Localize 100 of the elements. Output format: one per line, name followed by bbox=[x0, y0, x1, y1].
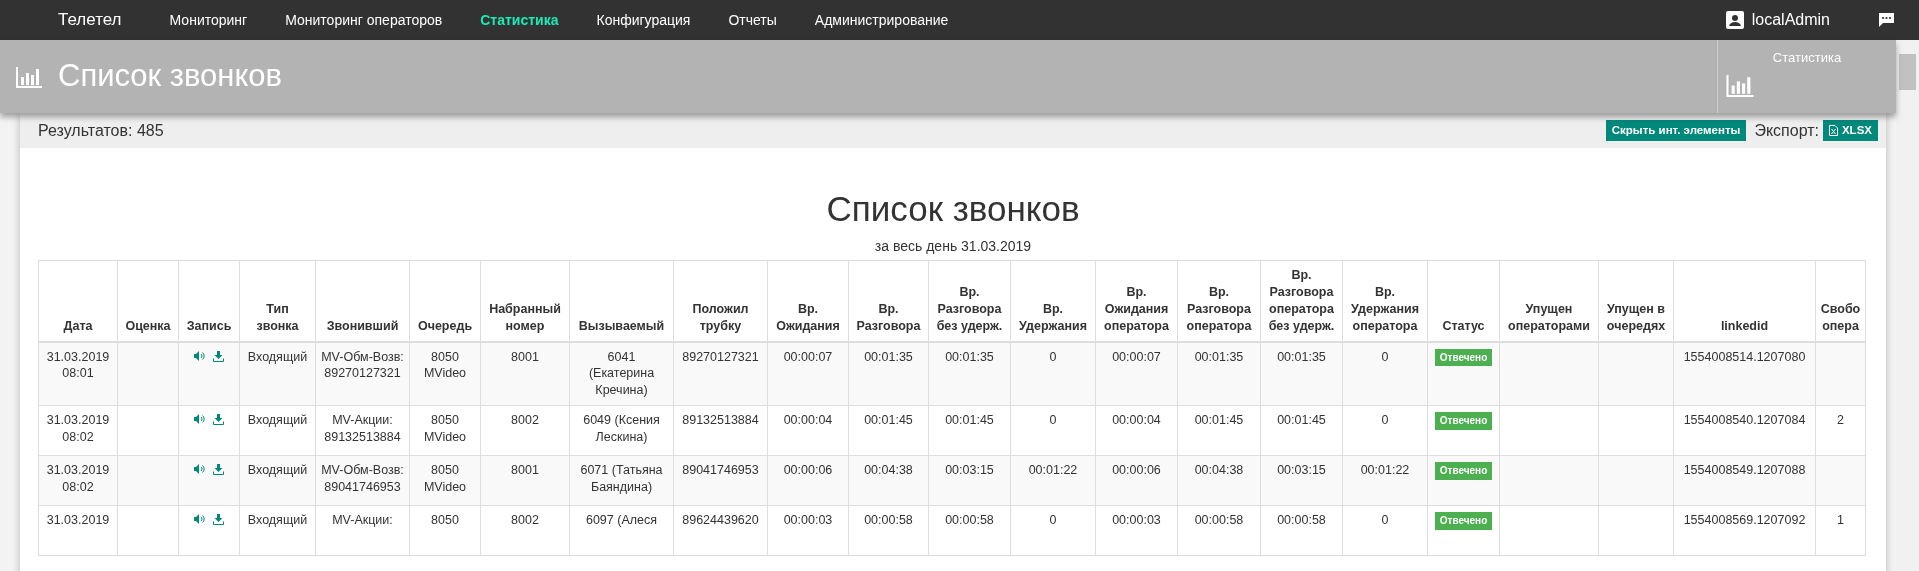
table-cell: MV-Обм-Возв: 89041746953 bbox=[315, 455, 410, 506]
table-cell: 8050 MVideo bbox=[409, 341, 481, 406]
column-header[interactable]: Вызываемый bbox=[569, 260, 674, 342]
status-badge: Отвечено bbox=[1434, 412, 1493, 430]
column-header[interactable]: Вр. Разговора bbox=[848, 260, 929, 342]
table-cell: 1554008540.1207084 bbox=[1673, 405, 1816, 456]
user-link[interactable]: localAdmin bbox=[1725, 8, 1830, 32]
user-icon bbox=[1725, 11, 1744, 29]
column-header[interactable]: Статус bbox=[1427, 260, 1500, 342]
speaker-icon[interactable] bbox=[194, 414, 205, 425]
nav-link[interactable]: Статистика bbox=[480, 9, 559, 31]
nav-link[interactable]: Мониторинг операторов bbox=[285, 9, 443, 31]
download-icon[interactable] bbox=[213, 464, 224, 476]
table-cell: 00:01:22 bbox=[1010, 455, 1096, 506]
column-header[interactable]: Звонивший bbox=[315, 260, 410, 342]
table-cell: 0 bbox=[1342, 505, 1428, 556]
table-cell: 31.03.2019 bbox=[38, 505, 118, 556]
chat-icon[interactable] bbox=[1878, 12, 1895, 28]
column-header[interactable]: Свобо опера bbox=[1815, 260, 1866, 342]
table-cell: 1554008569.1207092 bbox=[1673, 505, 1816, 556]
table-cell: 00:01:22 bbox=[1342, 455, 1428, 506]
column-header[interactable]: Очередь bbox=[409, 260, 481, 342]
nav-link[interactable]: Мониторинг bbox=[169, 9, 248, 31]
results-count: Результатов: 485 bbox=[38, 120, 164, 141]
table-cell: 8050 bbox=[409, 505, 481, 556]
table-cell: 8001 bbox=[480, 341, 570, 406]
table-cell: 00:00:04 bbox=[767, 405, 849, 456]
table-cell: 00:00:58 bbox=[848, 505, 929, 556]
table-cell: 89624439620 bbox=[673, 505, 768, 556]
table-cell: 1554008514.1207080 bbox=[1673, 341, 1816, 406]
column-header[interactable]: Набранный номер bbox=[480, 260, 570, 342]
report-title: Список звонков bbox=[825, 188, 1081, 230]
table-cell: 00:01:35 bbox=[848, 341, 929, 406]
speaker-icon[interactable] bbox=[194, 350, 205, 361]
chart-icon bbox=[16, 64, 44, 89]
table-cell: 0 bbox=[1010, 341, 1096, 406]
nav-link[interactable]: Администрирование bbox=[814, 9, 949, 31]
hide-elements-button[interactable]: Скрыть инт. элементы bbox=[1605, 119, 1747, 142]
column-header[interactable]: Упущен в очередях bbox=[1598, 260, 1674, 342]
table-cell: 6071 (Татьяна Баяндина) bbox=[569, 455, 674, 506]
column-header[interactable]: Упущен операторами bbox=[1499, 260, 1599, 342]
download-icon[interactable] bbox=[213, 514, 224, 526]
table-cell: 00:00:07 bbox=[1095, 341, 1178, 406]
table-cell: 00:03:15 bbox=[1260, 455, 1343, 506]
table-cell: 00:04:38 bbox=[1177, 455, 1261, 506]
column-header[interactable]: Тип звонка bbox=[239, 260, 316, 342]
nav-link[interactable]: Конфигурация bbox=[596, 9, 691, 31]
table-cell: 0 bbox=[1010, 505, 1096, 556]
column-header[interactable]: Оценка bbox=[117, 260, 179, 342]
table-cell: MV-Обм-Возв: 89270127321 bbox=[315, 341, 410, 406]
table-cell: 89132513884 bbox=[673, 405, 768, 456]
table-cell: 00:00:07 bbox=[767, 341, 849, 406]
column-header[interactable]: Дата bbox=[38, 260, 118, 342]
file-icon bbox=[1828, 125, 1838, 136]
table-cell: 00:04:38 bbox=[848, 455, 929, 506]
column-header[interactable]: Запись bbox=[178, 260, 240, 342]
table-cell: 00:01:45 bbox=[848, 405, 929, 456]
nav-link[interactable]: Отчеты bbox=[728, 9, 777, 31]
table-cell: 00:00:58 bbox=[1177, 505, 1261, 556]
table-cell: 00:00:03 bbox=[1095, 505, 1178, 556]
page-title: Список звонков bbox=[58, 57, 283, 96]
column-header[interactable]: linkedid bbox=[1673, 260, 1816, 342]
table-cell: 00:00:03 bbox=[767, 505, 849, 556]
table-cell: 0 bbox=[1342, 405, 1428, 456]
download-icon[interactable] bbox=[213, 350, 224, 362]
speaker-icon[interactable] bbox=[194, 464, 205, 475]
column-header[interactable]: Вр. Разговора без удерж. bbox=[928, 260, 1011, 342]
column-header[interactable]: Вр. Удержания bbox=[1010, 260, 1096, 342]
speaker-icon[interactable] bbox=[194, 514, 205, 525]
table-cell: 00:00:58 bbox=[1260, 505, 1343, 556]
table-cell: 2 bbox=[1815, 405, 1866, 456]
status-badge: Отвечено bbox=[1434, 348, 1493, 366]
table-cell: 6041 (Екатерина Кречина) bbox=[569, 341, 674, 406]
table-cell: 6097 (Алеся bbox=[569, 505, 674, 556]
column-header[interactable]: Положил трубку bbox=[673, 260, 768, 342]
table-cell: 8050 MVideo bbox=[409, 455, 481, 506]
export-xlsx-button[interactable]: XLSX bbox=[1822, 119, 1878, 142]
table-cell: 00:01:45 bbox=[1177, 405, 1261, 456]
column-header[interactable]: Вр. Ожидания оператора bbox=[1095, 260, 1178, 342]
column-header[interactable]: Вр. Разговора оператора bbox=[1177, 260, 1261, 342]
table-cell: Входящий bbox=[239, 405, 316, 456]
brand-name[interactable]: Телетел bbox=[58, 7, 122, 33]
table-cell: 6049 (Ксения Лескина) bbox=[569, 405, 674, 456]
table-cell: MV-Акции: bbox=[315, 505, 410, 556]
table-cell: 0 bbox=[1342, 341, 1428, 406]
report-subtitle: за весь день 31.03.2019 bbox=[873, 237, 1033, 256]
table-cell: Входящий bbox=[239, 505, 316, 556]
table-cell: Входящий bbox=[239, 455, 316, 506]
table-cell: Входящий bbox=[239, 341, 316, 406]
table-cell: 0 bbox=[1010, 405, 1096, 456]
table-cell: 00:01:35 bbox=[1177, 341, 1261, 406]
download-icon[interactable] bbox=[213, 414, 224, 426]
scroll-thumb[interactable] bbox=[1899, 54, 1916, 90]
column-header[interactable]: Вр. Ожидания bbox=[767, 260, 849, 342]
column-header[interactable]: Вр. Разговора оператора без удерж. bbox=[1260, 260, 1343, 342]
table-cell: 8002 bbox=[480, 505, 570, 556]
table-cell: 89270127321 bbox=[673, 341, 768, 406]
column-header[interactable]: Вр. Удержания оператора bbox=[1342, 260, 1428, 342]
table-cell: 8002 bbox=[480, 405, 570, 456]
table-cell: 31.03.2019 08:01 bbox=[38, 341, 118, 406]
